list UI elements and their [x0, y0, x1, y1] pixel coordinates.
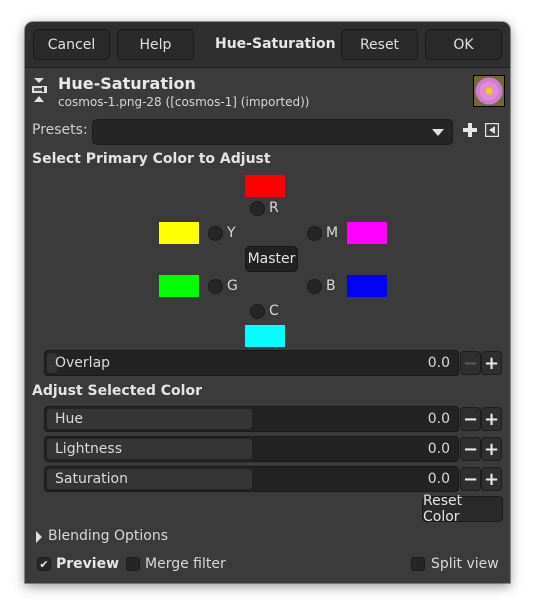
radio-g-label: G [227, 278, 238, 294]
help-button[interactable]: Help [117, 29, 194, 60]
overlap-slider[interactable]: Overlap 0.0 [44, 350, 459, 376]
saturation-increment-button[interactable]: + [481, 467, 502, 491]
radio-r[interactable] [250, 201, 265, 216]
merge-filter-checkbox[interactable] [126, 557, 140, 571]
radio-y-label: Y [227, 225, 236, 241]
chevron-down-icon [432, 129, 444, 136]
overlap-increment-button[interactable]: + [481, 351, 502, 375]
reset-color-button[interactable]: Reset Color [422, 493, 503, 525]
overlap-label: Overlap [55, 355, 111, 371]
lightness-slider[interactable]: Lightness 0.0 [44, 436, 459, 462]
primary-color-section-title: Select Primary Color to Adjust [32, 151, 271, 167]
radio-b-label: B [326, 278, 336, 294]
green-swatch[interactable] [159, 275, 199, 297]
radio-r-label: R [269, 200, 279, 216]
preview-label[interactable]: Preview [56, 556, 119, 572]
tool-subtitle: cosmos-1.png-28 ([cosmos-1] (imported)) [58, 95, 310, 109]
split-view-checkbox[interactable] [411, 557, 425, 571]
radio-m[interactable] [307, 226, 322, 241]
saturation-slider[interactable]: Saturation 0.0 [44, 466, 459, 492]
hue-saturation-tool-icon [30, 76, 48, 106]
triangle-left-icon[interactable] [484, 122, 500, 138]
hue-decrement-button[interactable]: − [460, 407, 481, 431]
checkmark-icon: ✔ [39, 557, 49, 571]
cancel-button[interactable]: Cancel [33, 29, 110, 60]
saturation-value[interactable]: 0.0 [428, 467, 450, 491]
reset-button[interactable]: Reset [341, 29, 418, 60]
tool-title: Hue-Saturation [58, 74, 196, 93]
header-bar: Cancel Help Hue-Saturation Reset OK [25, 22, 510, 68]
blue-swatch[interactable] [347, 275, 387, 297]
saturation-decrement-button[interactable]: − [460, 467, 481, 491]
expander-arrow-icon[interactable] [36, 531, 42, 543]
preview-checkbox[interactable]: ✔ [37, 557, 51, 571]
overlap-decrement-button[interactable]: − [460, 351, 481, 375]
lightness-value[interactable]: 0.0 [428, 437, 450, 461]
radio-m-label: M [326, 225, 339, 241]
overlap-value[interactable]: 0.0 [428, 351, 450, 375]
presets-label: Presets: [32, 122, 88, 138]
presets-combo[interactable] [92, 119, 453, 145]
lightness-decrement-button[interactable]: − [460, 437, 481, 461]
blending-options-expander[interactable]: Blending Options [48, 528, 168, 544]
magenta-swatch[interactable] [347, 222, 387, 244]
lightness-increment-button[interactable]: + [481, 437, 502, 461]
hue-increment-button[interactable]: + [481, 407, 502, 431]
hue-value[interactable]: 0.0 [428, 407, 450, 431]
cyan-swatch[interactable] [245, 325, 285, 347]
image-thumbnail [473, 75, 505, 107]
split-view-label[interactable]: Split view [431, 556, 499, 572]
radio-c[interactable] [250, 304, 265, 319]
plus-icon[interactable] [462, 122, 478, 138]
hue-label: Hue [55, 411, 84, 427]
hue-saturation-dialog: Cancel Help Hue-Saturation Reset OK Hue-… [25, 22, 510, 583]
hue-slider[interactable]: Hue 0.0 [44, 406, 459, 432]
lightness-label: Lightness [55, 441, 123, 457]
adjust-section-title: Adjust Selected Color [32, 383, 202, 399]
master-button[interactable]: Master [245, 246, 298, 272]
dialog-title: Hue-Saturation [215, 36, 336, 52]
yellow-swatch[interactable] [159, 222, 199, 244]
ok-button[interactable]: OK [425, 29, 502, 60]
merge-filter-label[interactable]: Merge filter [145, 556, 226, 572]
radio-c-label: C [269, 303, 279, 319]
radio-g[interactable] [208, 279, 223, 294]
red-swatch[interactable] [245, 175, 285, 197]
saturation-label: Saturation [55, 471, 128, 487]
radio-b[interactable] [307, 279, 322, 294]
radio-y[interactable] [208, 226, 223, 241]
